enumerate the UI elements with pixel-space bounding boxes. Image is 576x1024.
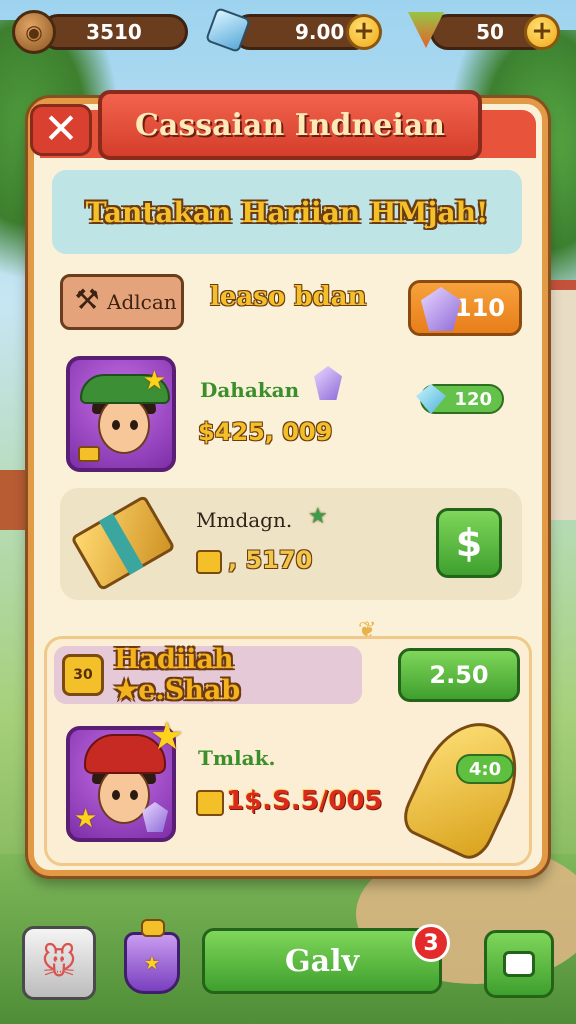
- row1-label: leaso bdan: [210, 282, 367, 312]
- coin-badge: 30: [62, 654, 104, 696]
- player-amount-1: $425, 009: [198, 418, 333, 446]
- avatar-face: [98, 396, 150, 454]
- avatar-face: [98, 766, 150, 824]
- weekly-reward-title: Hadiiah ★e.Shab: [114, 644, 241, 706]
- add-food-button[interactable]: +: [524, 14, 560, 50]
- storage-chest-button[interactable]: 🐭: [22, 926, 96, 1000]
- crystal-reward-value: 110: [454, 294, 505, 322]
- gold-stack-icon: [196, 550, 222, 574]
- crystal-reward-button[interactable]: 110: [408, 280, 522, 336]
- dialog-subtitle: Tantakan Hariian HMjah!: [52, 170, 522, 254]
- coin-icon: ◉: [12, 10, 56, 54]
- gem-reward-value: 120: [454, 388, 492, 410]
- go-button[interactable]: Galv: [202, 928, 442, 994]
- gold-stack-icon: [196, 790, 224, 816]
- star-icon: ★: [142, 366, 166, 396]
- coins-value: 3510: [40, 14, 188, 50]
- tag-label: Adlcan: [107, 290, 177, 314]
- star-icon: ★: [150, 714, 185, 758]
- mouse-chest-icon: 🐭: [41, 943, 77, 983]
- star-icon: ★: [143, 952, 161, 974]
- player-name-2: Tmlak.: [198, 746, 276, 770]
- food-icon: [404, 6, 448, 50]
- gem-reward-pill[interactable]: 120: [416, 384, 504, 414]
- add-gems-button[interactable]: +: [346, 14, 382, 50]
- rocket-tag: 4:0: [456, 754, 514, 784]
- weekly-claim-button[interactable]: 2.50: [398, 648, 520, 702]
- player-avatar-green-hat[interactable]: ★: [66, 356, 176, 472]
- reward-amount: , 5170: [228, 546, 313, 574]
- player-name-1: Dahakan: [200, 378, 300, 402]
- grid-icon: [503, 951, 535, 977]
- star-icon: ★: [74, 804, 98, 834]
- dialog-title: Cassaian Indneian: [98, 90, 482, 160]
- buy-button[interactable]: $: [436, 508, 502, 578]
- grid-menu-button[interactable]: [484, 930, 554, 998]
- star-icon: ★: [308, 504, 328, 529]
- player-amount-2: 1$.S.5/005: [226, 786, 383, 816]
- potion-cap: [141, 919, 165, 937]
- gold-icon: [78, 446, 100, 462]
- hammer-icon: ⚒: [74, 283, 100, 316]
- notification-badge: 3: [412, 924, 450, 962]
- reward-name: Mmdagn.: [196, 508, 293, 532]
- potion-button[interactable]: ★: [124, 919, 180, 994]
- gem-icon: [204, 6, 252, 54]
- tag-button[interactable]: ⚒ Adlcan: [60, 274, 184, 330]
- close-button[interactable]: ✕: [30, 104, 92, 156]
